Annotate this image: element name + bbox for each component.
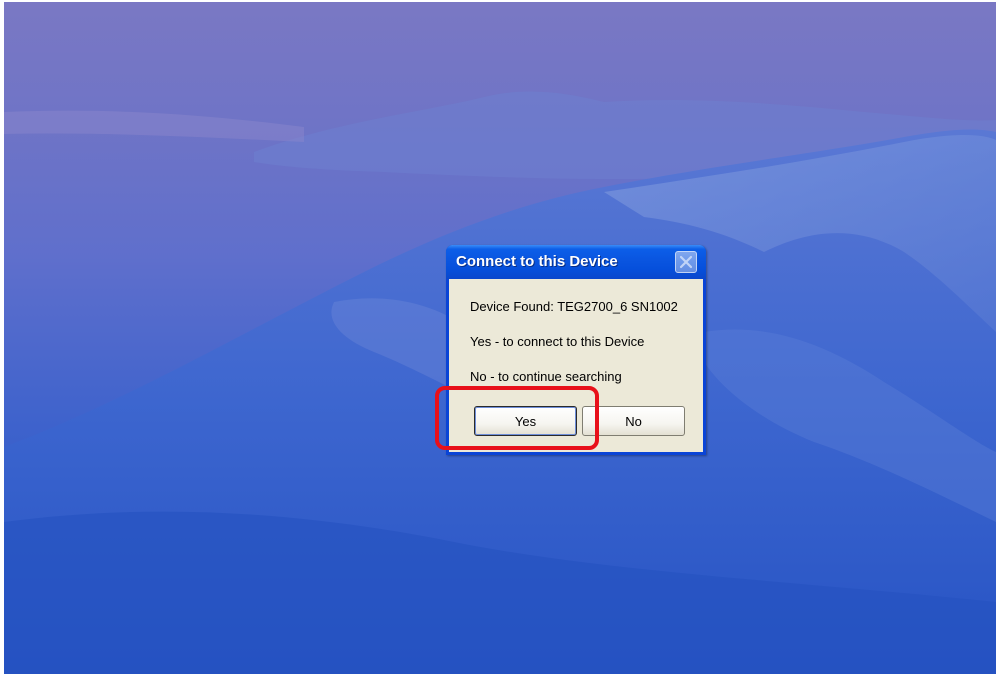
yes-button[interactable]: Yes xyxy=(474,406,577,436)
dialog-title: Connect to this Device xyxy=(456,253,618,270)
dialog-titlebar[interactable]: Connect to this Device xyxy=(446,245,706,279)
yes-hint-text: Yes - to connect to this Device xyxy=(470,334,645,349)
dialog-body: Device Found: TEG2700_6 SN1002 Yes - to … xyxy=(449,279,703,455)
connect-dialog: Connect to this Device Device Found: TEG… xyxy=(446,245,706,455)
no-button[interactable]: No xyxy=(582,406,685,436)
close-button[interactable] xyxy=(675,251,697,273)
close-icon xyxy=(679,255,693,269)
no-hint-text: No - to continue searching xyxy=(470,369,622,384)
device-found-text: Device Found: TEG2700_6 SN1002 xyxy=(470,299,678,314)
